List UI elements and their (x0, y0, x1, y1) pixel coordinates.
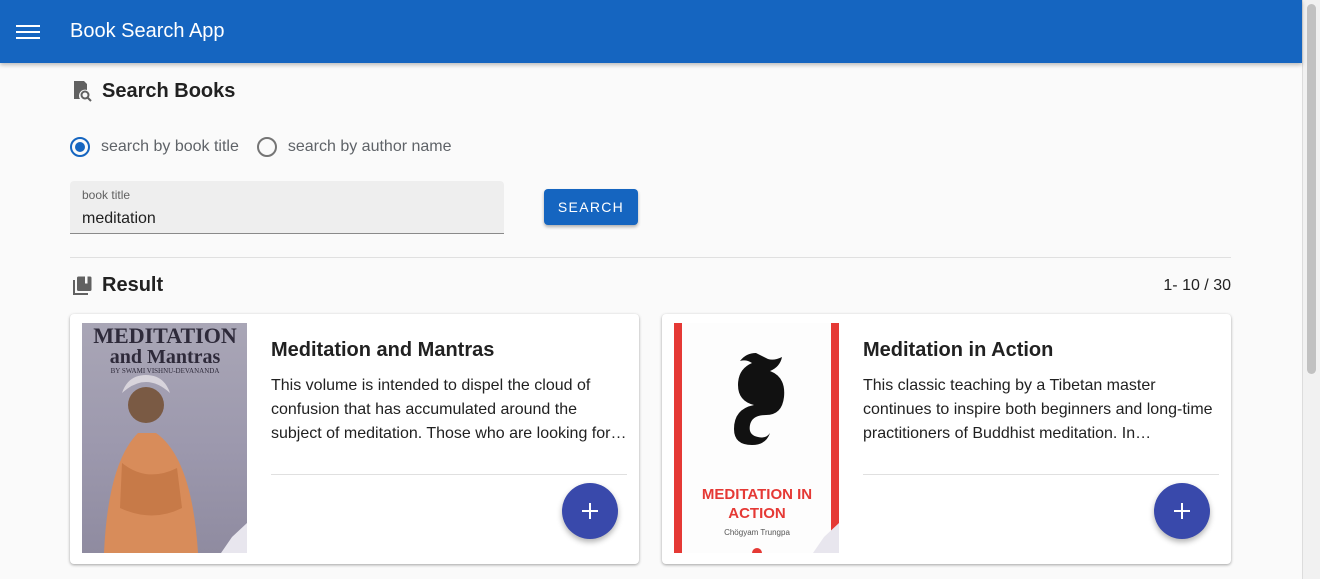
add-book-button[interactable] (1154, 483, 1210, 539)
add-icon (1174, 503, 1190, 519)
book-card[interactable]: MEDITATION and Mantras BY SWAMI VISHNU-D… (70, 314, 639, 564)
add-icon (582, 503, 598, 519)
radio-by-title-label[interactable]: search by book title (101, 138, 239, 156)
app-title: Book Search App (70, 20, 225, 42)
scrollbar[interactable] (1302, 0, 1320, 579)
cover-line-2: ACTION (728, 505, 786, 522)
radio-by-title[interactable] (70, 137, 90, 157)
book-cover-art: MEDITATION IN ACTION Chögyam Trungpa (674, 323, 839, 553)
app-bar: Book Search App (0, 0, 1302, 63)
book-cover: MEDITATION IN ACTION Chögyam Trungpa (674, 323, 839, 553)
book-title-field-label: book title (82, 188, 131, 202)
book-cover-art: MEDITATION and Mantras BY SWAMI VISHNU-D… (93, 323, 247, 553)
card-divider (863, 474, 1219, 475)
result-count: 1- 10 / 30 (1163, 276, 1231, 294)
radio-by-author[interactable] (256, 137, 277, 157)
menu-icon[interactable] (16, 23, 40, 41)
search-books-header: Search Books (72, 79, 235, 103)
book-title[interactable]: Meditation in Action (863, 339, 1053, 362)
book-title-input[interactable]: meditation (82, 210, 156, 228)
cover-line-3: Chögyam Trungpa (724, 528, 790, 537)
cover-line-1: MEDITATION IN (702, 486, 812, 503)
book-cover: MEDITATION and Mantras BY SWAMI VISHNU-D… (82, 323, 247, 553)
book-title-field[interactable]: book title meditation (70, 181, 504, 234)
book-search-icon (74, 81, 92, 102)
add-book-button[interactable] (562, 483, 618, 539)
radio-by-author-label[interactable]: search by author name (288, 138, 452, 156)
result-header: Result 1- 10 / 30 (70, 274, 1231, 297)
cover-line-2: and Mantras (110, 346, 221, 368)
result-title: Result (102, 274, 164, 296)
cover-line-1: MEDITATION (93, 323, 237, 348)
book-card[interactable]: MEDITATION IN ACTION Chögyam Trungpa Med… (662, 314, 1231, 564)
book-title[interactable]: Meditation and Mantras (271, 339, 494, 362)
search-button[interactable]: SEARCH (544, 189, 638, 225)
book-description: This classic teaching by a Tibetan maste… (863, 377, 1213, 442)
book-description: This volume is intended to dispel the cl… (271, 377, 627, 442)
card-divider (271, 474, 627, 475)
scrollbar-thumb[interactable] (1307, 4, 1316, 374)
library-books-icon (73, 276, 92, 295)
search-mode-group: search by book title search by author na… (70, 137, 470, 157)
divider (70, 257, 1231, 258)
cover-line-3: BY SWAMI VISHNU-DEVANANDA (111, 367, 220, 375)
search-books-title: Search Books (102, 79, 236, 102)
